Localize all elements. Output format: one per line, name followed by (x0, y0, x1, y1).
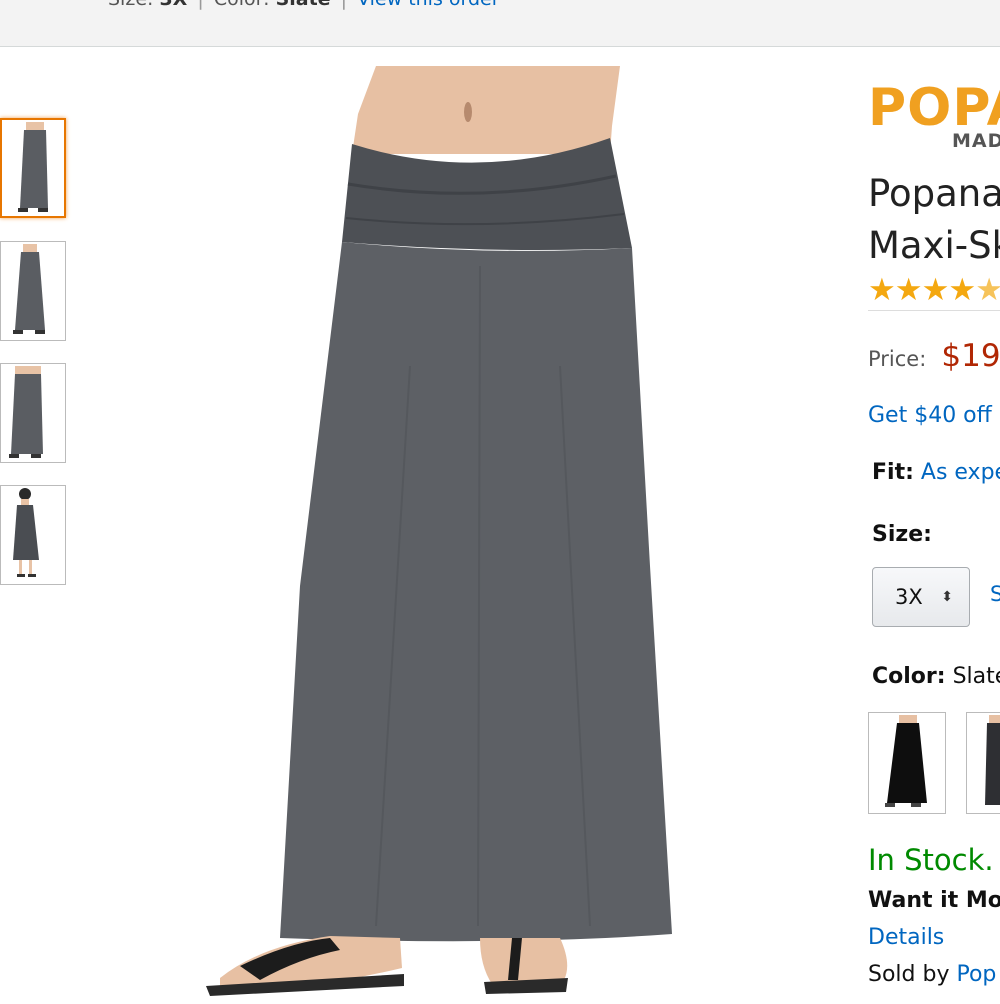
order-separator: | (341, 0, 347, 10)
price-row: Price: $19 (868, 338, 1000, 374)
sold-by-label: Sold by (868, 962, 950, 987)
brand-logo-subtitle: MADE (952, 130, 1000, 152)
color-value: Slate (952, 664, 1000, 689)
charcoal-skirt-swatch-image (985, 715, 1000, 805)
dress-thumbnail-image (13, 488, 39, 577)
fit-label: Fit: (872, 460, 914, 485)
black-skirt-swatch-image (885, 715, 927, 807)
stock-status: In Stock. (868, 843, 994, 877)
seller-link[interactable]: Pop (956, 962, 996, 987)
skirt-thumbnail-image (18, 122, 48, 212)
thumbnail-back-view[interactable] (0, 363, 66, 463)
fit-value-link[interactable]: As expe (921, 460, 1000, 485)
price-value: $19 (941, 338, 1000, 374)
fit-row: Fit: As expe (872, 460, 1000, 485)
order-separator: | (197, 0, 203, 10)
star-icon: ★ (894, 272, 923, 308)
thumbnail-dress-view[interactable] (0, 485, 66, 585)
order-color-label: Color: (214, 0, 270, 10)
star-icon: ★ (868, 272, 896, 308)
product-details-column: POPANA MADE Popana Maxi-Sk ★★★★★ Price: … (868, 0, 1000, 1000)
brand-logo[interactable]: POPANA (868, 78, 1000, 138)
size-label: Size: (872, 522, 932, 547)
skirt-main-image (206, 66, 672, 996)
thumbnail-side-view[interactable] (0, 241, 66, 341)
delivery-promo: Want it Mo (868, 888, 1000, 913)
size-chart-link[interactable]: S (990, 582, 1000, 606)
price-label: Price: (868, 347, 927, 371)
size-dropdown[interactable]: 3X ⬍ (872, 567, 970, 627)
product-title: Popana Maxi-Sk (868, 168, 1000, 272)
color-swatch-charcoal[interactable] (966, 712, 1000, 814)
sort-arrows-icon: ⬍ (941, 589, 953, 605)
color-swatch-black[interactable] (868, 712, 946, 814)
sold-by-row: Sold by Pop (868, 962, 996, 987)
size-selected-value: 3X (895, 585, 923, 609)
order-size-label: Size: (108, 0, 153, 10)
skirt-thumbnail-image (13, 244, 45, 334)
star-icon: ★ (948, 272, 976, 308)
order-size-value: 3X (159, 0, 187, 10)
star-icon: ★ (921, 272, 950, 308)
divider (868, 310, 1000, 311)
product-title-line-1: Popana (868, 172, 1000, 215)
promo-link[interactable]: Get $40 off (868, 403, 992, 428)
rating-stars[interactable]: ★★★★★ (868, 272, 1000, 308)
color-row: Color: Slate (872, 664, 1000, 689)
details-link[interactable]: Details (868, 925, 944, 950)
thumbnail-front-view[interactable] (0, 118, 66, 218)
skirt-thumbnail-image (9, 366, 43, 458)
product-title-line-2: Maxi-Sk (868, 224, 1000, 267)
half-star-icon: ★ (975, 272, 1000, 308)
color-label: Color: (872, 664, 946, 689)
order-color-value: Slate (276, 0, 331, 10)
order-info-strip: Size: 3X | Color: Slate | View this orde… (0, 0, 1000, 47)
view-order-link[interactable]: View this order (357, 0, 500, 10)
main-product-image[interactable] (180, 66, 700, 1000)
